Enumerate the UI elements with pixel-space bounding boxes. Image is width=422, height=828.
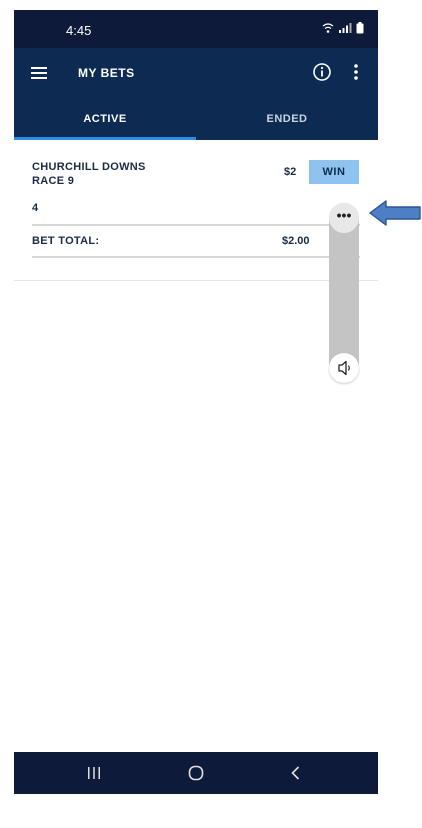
status-bar: 4:45 — [14, 10, 378, 48]
recent-apps-icon[interactable] — [84, 763, 104, 783]
back-icon[interactable] — [286, 763, 306, 783]
bet-total-value: $2.00 — [282, 235, 310, 247]
divider — [32, 224, 360, 226]
tab-ended-label: ENDED — [266, 113, 308, 125]
signal-icon — [339, 23, 352, 33]
phone-screen: 4:45 MY BETS ACTIVE ENDED CHURCHILL DOWN… — [14, 10, 378, 794]
battery-icon — [356, 22, 364, 34]
track-name: CHURCHILL DOWNS — [32, 161, 146, 173]
status-time: 4:45 — [66, 23, 92, 38]
annotation-arrow-icon — [369, 200, 421, 226]
home-icon[interactable] — [186, 763, 206, 783]
tab-ended[interactable]: ENDED — [196, 100, 378, 140]
race-number: RACE 9 — [32, 175, 75, 187]
speaker-icon[interactable] — [329, 353, 359, 383]
divider — [32, 256, 360, 258]
bet-type-badge: WIN — [309, 160, 359, 184]
volume-panel[interactable]: ••• — [329, 203, 359, 383]
status-icons — [322, 22, 364, 34]
menu-icon[interactable] — [30, 64, 48, 82]
page-title: MY BETS — [78, 66, 135, 80]
bet-amount: $2 — [284, 166, 297, 178]
tab-bar: ACTIVE ENDED — [14, 100, 378, 140]
track-info: CHURCHILL DOWNS RACE 9 — [32, 160, 146, 188]
bet-card[interactable]: CHURCHILL DOWNS RACE 9 $2 WIN 4 BET TOTA… — [14, 140, 378, 281]
more-vert-icon[interactable] — [346, 62, 366, 82]
more-horizontal-icon[interactable]: ••• — [329, 203, 359, 233]
info-icon[interactable] — [312, 62, 332, 82]
system-nav-bar — [14, 752, 378, 794]
wifi-icon — [322, 23, 334, 33]
speaker-glyph — [338, 360, 350, 376]
tab-active[interactable]: ACTIVE — [14, 100, 196, 140]
app-bar: MY BETS — [14, 48, 378, 100]
bet-selection: 4 — [32, 202, 39, 214]
tab-active-label: ACTIVE — [83, 113, 127, 125]
bet-total-label: BET TOTAL: — [32, 235, 100, 247]
